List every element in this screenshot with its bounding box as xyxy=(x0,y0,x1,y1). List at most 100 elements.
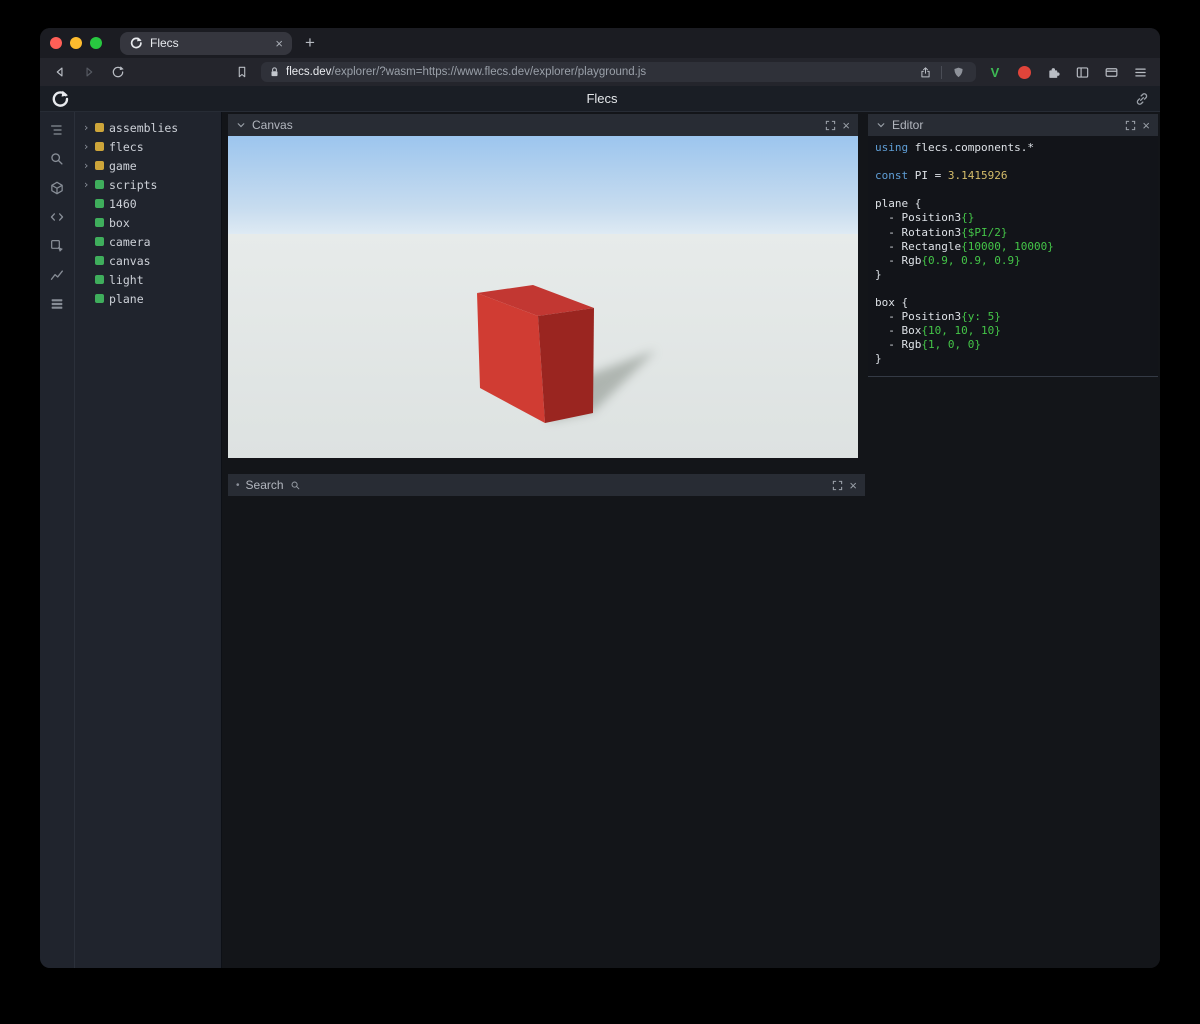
tree-item-1460[interactable]: 1460 xyxy=(75,194,221,213)
sidebar-toggle-button[interactable] xyxy=(1072,62,1092,82)
search-button[interactable] xyxy=(44,149,70,169)
reload-button[interactable] xyxy=(108,62,128,82)
extensions-button[interactable] xyxy=(1043,62,1063,82)
chevron-down-icon[interactable] xyxy=(876,120,886,130)
code-line: } xyxy=(875,268,1158,282)
shields-button[interactable] xyxy=(948,62,968,82)
queries-button[interactable] xyxy=(44,178,70,198)
url-domain: flecs.dev xyxy=(286,66,331,78)
sidebar-icon xyxy=(1075,65,1090,80)
wallet-icon xyxy=(1104,65,1119,80)
expand-arrow-icon[interactable]: › xyxy=(82,160,90,171)
tree-item-box[interactable]: box xyxy=(75,213,221,232)
share-icon xyxy=(919,66,932,79)
page-title: Flecs xyxy=(70,91,1134,106)
code-line xyxy=(875,183,1158,197)
canvas-panel-header: Canvas × xyxy=(228,114,858,136)
entity-color-icon xyxy=(95,275,104,284)
tree-item-flecs[interactable]: › flecs xyxy=(75,137,221,156)
chevron-down-icon[interactable] xyxy=(236,120,246,130)
tree-item-plane[interactable]: plane xyxy=(75,289,221,308)
canvas-panel: Canvas × xyxy=(228,114,858,458)
expand-arrow-icon[interactable]: › xyxy=(82,122,90,133)
entity-tree-panel: ›assemblies›flecs›game›scripts1460boxcam… xyxy=(75,112,222,968)
stats-button[interactable] xyxy=(44,265,70,285)
search-icon xyxy=(49,151,65,167)
share-button[interactable] xyxy=(915,62,935,82)
fullscreen-icon[interactable] xyxy=(1125,120,1136,131)
expand-arrow-icon[interactable]: › xyxy=(82,179,90,190)
search-panel: • Search × xyxy=(228,474,865,496)
code-line: - Rgb{1, 0, 0} xyxy=(875,338,1158,352)
search-panel-title: Search xyxy=(246,478,284,492)
expand-arrow-icon[interactable]: › xyxy=(82,141,90,152)
traffic-lights xyxy=(50,37,102,49)
entity-tree-button[interactable] xyxy=(44,120,70,140)
close-panel-icon[interactable]: × xyxy=(849,479,857,492)
wallet-button[interactable] xyxy=(1101,62,1121,82)
code-button[interactable] xyxy=(44,207,70,227)
url-path: /explorer/?wasm=https://www.flecs.dev/ex… xyxy=(331,66,646,78)
inspector-icon xyxy=(49,238,65,254)
lock-icon xyxy=(269,66,280,78)
entity-label: scripts xyxy=(109,178,157,192)
code-line: - Rgb{0.9, 0.9, 0.9} xyxy=(875,254,1158,268)
tree-item-camera[interactable]: camera xyxy=(75,232,221,251)
new-tab-button[interactable]: + xyxy=(300,33,320,53)
canvas-3d-viewport[interactable] xyxy=(228,136,858,458)
editor-panel: Editor × using flecs.components.* const … xyxy=(868,114,1158,377)
tab-title: Flecs xyxy=(150,36,268,50)
tables-button[interactable] xyxy=(44,294,70,314)
entity-tree-icon xyxy=(49,122,65,138)
reload-icon xyxy=(111,65,125,79)
code-line: using flecs.components.* xyxy=(875,141,1158,155)
fullscreen-icon[interactable] xyxy=(832,480,843,491)
tree-item-assemblies[interactable]: ›assemblies xyxy=(75,118,221,137)
close-panel-icon[interactable]: × xyxy=(1142,119,1150,132)
inspector-button[interactable] xyxy=(44,236,70,256)
code-line xyxy=(875,155,1158,169)
close-window-button[interactable] xyxy=(50,37,62,49)
extension-red-button[interactable] xyxy=(1014,62,1034,82)
url-bar[interactable]: flecs.dev/explorer/?wasm=https://www.fle… xyxy=(261,62,976,82)
cube-side-face xyxy=(538,308,594,423)
back-button[interactable] xyxy=(50,62,70,82)
entity-label: 1460 xyxy=(109,197,137,211)
bookmark-button[interactable] xyxy=(232,62,252,82)
entity-color-icon xyxy=(95,180,104,189)
search-small-icon xyxy=(290,480,301,491)
red-extension-icon xyxy=(1018,66,1031,79)
code-line: plane { xyxy=(875,197,1158,211)
zoom-window-button[interactable] xyxy=(90,37,102,49)
stats-icon xyxy=(49,267,65,283)
tree-item-scripts[interactable]: › scripts xyxy=(75,175,221,194)
entity-color-icon xyxy=(95,199,104,208)
forward-button[interactable] xyxy=(79,62,99,82)
tree-item-canvas[interactable]: canvas xyxy=(75,251,221,270)
link-icon[interactable] xyxy=(1134,91,1150,107)
entity-label: flecs xyxy=(109,140,144,154)
tree-item-game[interactable]: ›game xyxy=(75,156,221,175)
code-line: - Position3{y: 5} xyxy=(875,310,1158,324)
entity-label: box xyxy=(109,216,130,230)
flecs-logo-icon xyxy=(50,89,70,109)
entity-label: canvas xyxy=(109,254,151,268)
extension-v-button[interactable]: V xyxy=(985,62,1005,82)
close-panel-icon[interactable]: × xyxy=(842,119,850,132)
url-text: flecs.dev/explorer/?wasm=https://www.fle… xyxy=(286,66,646,78)
tab-close-icon[interactable]: × xyxy=(275,37,283,50)
sky xyxy=(228,136,858,236)
code-editor[interactable]: using flecs.components.* const PI = 3.14… xyxy=(868,136,1158,377)
tree-item-light[interactable]: light xyxy=(75,270,221,289)
fullscreen-icon[interactable] xyxy=(825,120,836,131)
menu-button[interactable] xyxy=(1130,62,1150,82)
hamburger-icon xyxy=(1133,65,1148,80)
puzzle-icon xyxy=(1046,65,1061,80)
entity-color-icon xyxy=(95,237,104,246)
collapsed-dot-icon[interactable]: • xyxy=(236,480,240,491)
minimize-window-button[interactable] xyxy=(70,37,82,49)
queries-icon xyxy=(49,180,65,196)
tab-strip: Flecs × + xyxy=(40,28,1160,58)
browser-tab[interactable]: Flecs × xyxy=(120,32,292,55)
entity-label: camera xyxy=(109,235,151,249)
